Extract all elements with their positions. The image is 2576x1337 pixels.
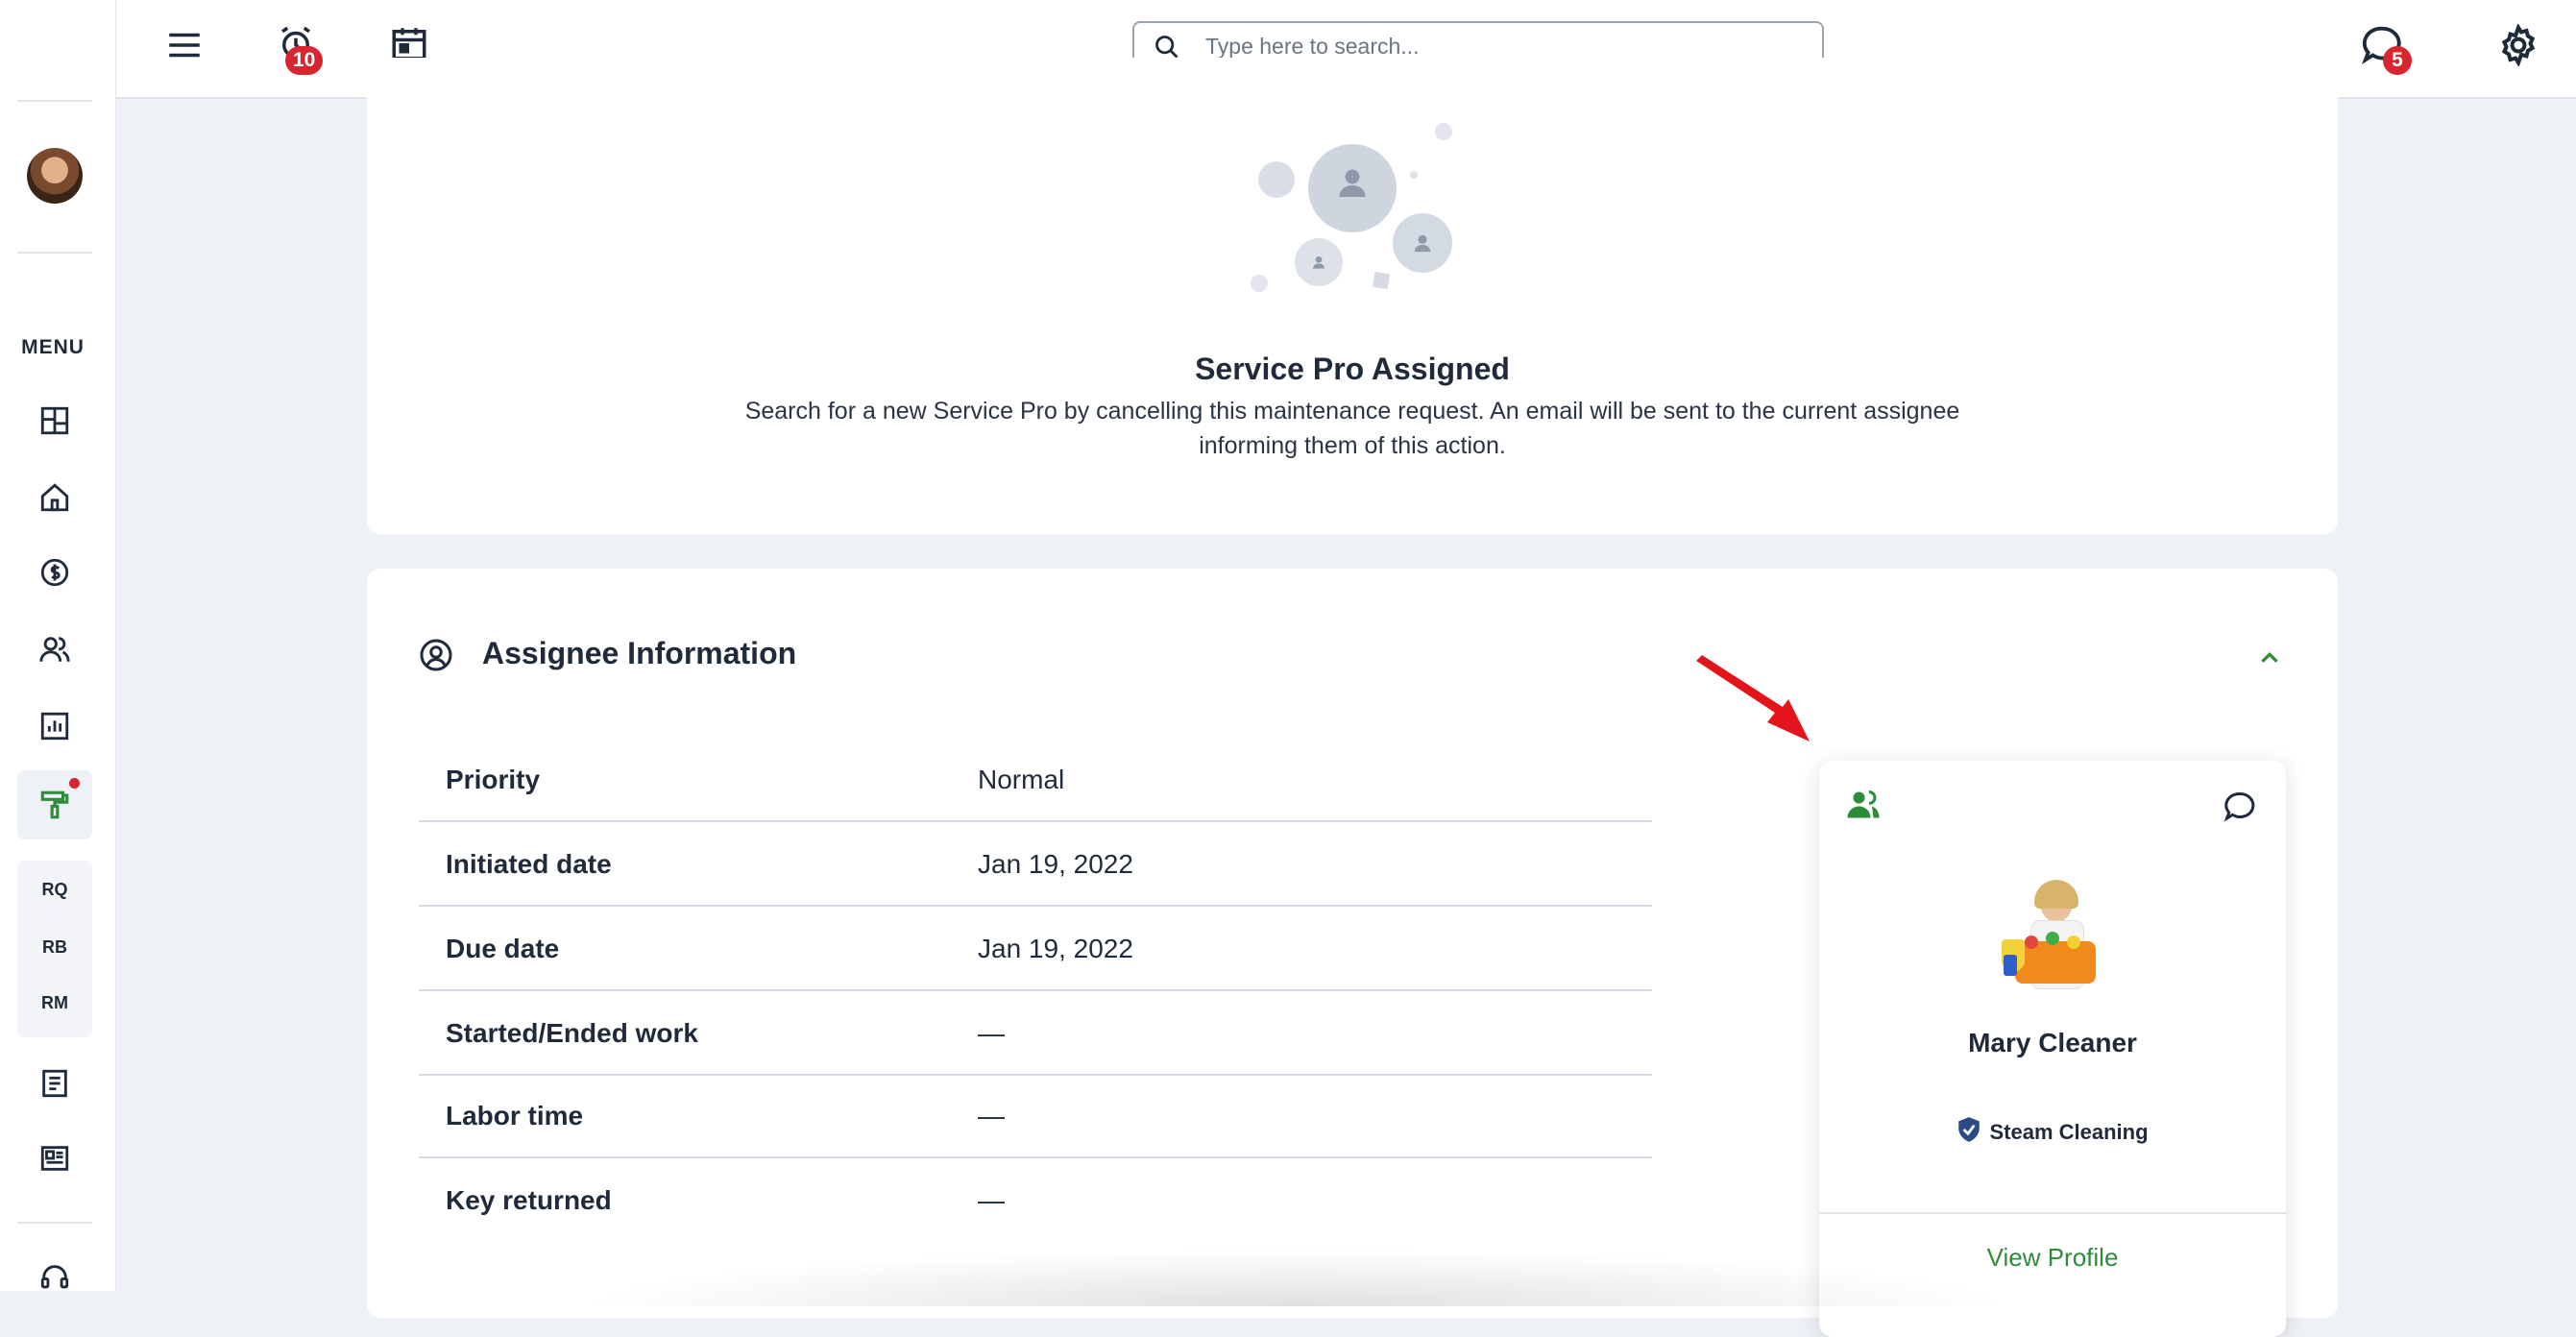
table-row: Due date Jan 19, 2022 (419, 907, 1652, 991)
scroll-shadow (576, 1249, 2017, 1306)
maintenance-icon[interactable] (36, 786, 74, 824)
newspaper-icon[interactable] (36, 1139, 74, 1178)
service-pro-name: Mary Cleaner (1968, 1028, 2137, 1057)
chevron-up-icon[interactable] (2255, 644, 2284, 672)
table-row: Key returned — (419, 1158, 1652, 1241)
assigned-user-icon (1847, 790, 1880, 818)
sidebar: MENU RQ RB RM (0, 0, 116, 1291)
row-value: Jan 19, 2022 (978, 934, 1133, 963)
message-icon[interactable] (2223, 790, 2257, 824)
document-icon[interactable] (36, 1064, 74, 1103)
menu-label: MENU (21, 336, 85, 358)
chat-badge: 5 (2383, 46, 2412, 75)
sidebar-divider (17, 100, 92, 102)
service-type-badge: Steam Cleaning (1819, 1116, 2286, 1145)
row-value: — (978, 1185, 1005, 1215)
people-icon[interactable] (36, 630, 74, 668)
annotation-arrow (1696, 655, 1810, 741)
row-label: Started/Ended work (446, 1018, 698, 1048)
settings-gear-icon[interactable] (2492, 19, 2544, 71)
submenu-item-rm[interactable]: RM (17, 993, 92, 1013)
user-avatar[interactable] (27, 148, 83, 204)
row-label: Due date (446, 934, 560, 963)
row-value: — (978, 1101, 1005, 1130)
shield-check-icon (1958, 1117, 1981, 1142)
table-row: Initiated date Jan 19, 2022 (419, 822, 1652, 907)
row-label: Priority (446, 765, 541, 794)
row-label: Key returned (446, 1185, 612, 1215)
assigned-description: Search for a new Service Pro by cancelli… (744, 398, 1960, 459)
dashboard-icon[interactable] (36, 401, 74, 440)
dollar-icon[interactable] (36, 553, 74, 592)
sidebar-divider (17, 252, 92, 254)
row-value: Jan 19, 2022 (978, 849, 1133, 879)
assignee-section-title: Assignee Information (482, 636, 797, 670)
submenu-item-rq[interactable]: RQ (17, 880, 92, 900)
submenu-item-rb[interactable]: RB (17, 937, 92, 958)
assigned-title: Service Pro Assigned (1195, 352, 1510, 386)
alarm-badge: 10 (285, 46, 324, 75)
hamburger-menu-icon[interactable] (160, 21, 208, 69)
row-value: — (978, 1018, 1005, 1048)
chart-icon[interactable] (36, 707, 74, 745)
row-value: Normal (978, 765, 1065, 794)
table-row: Labor time — (419, 1074, 1652, 1158)
row-label: Initiated date (446, 849, 612, 879)
row-label: Labor time (446, 1101, 584, 1130)
service-pro-photo (2002, 880, 2107, 999)
table-row: Started/Ended work — (419, 991, 1652, 1076)
headset-icon[interactable] (36, 1258, 74, 1297)
service-type-label: Steam Cleaning (1989, 1120, 2149, 1144)
notification-dot (69, 778, 80, 789)
sidebar-divider (17, 1222, 92, 1224)
card-divider (1819, 1212, 2286, 1214)
search-icon (1155, 36, 1179, 59)
user-circle-icon (420, 639, 452, 671)
service-pro-assigned-card: Service Pro Assigned Search for a new Se… (367, 58, 2338, 534)
home-icon[interactable] (36, 478, 74, 517)
table-row: Priority Normal (419, 738, 1652, 822)
